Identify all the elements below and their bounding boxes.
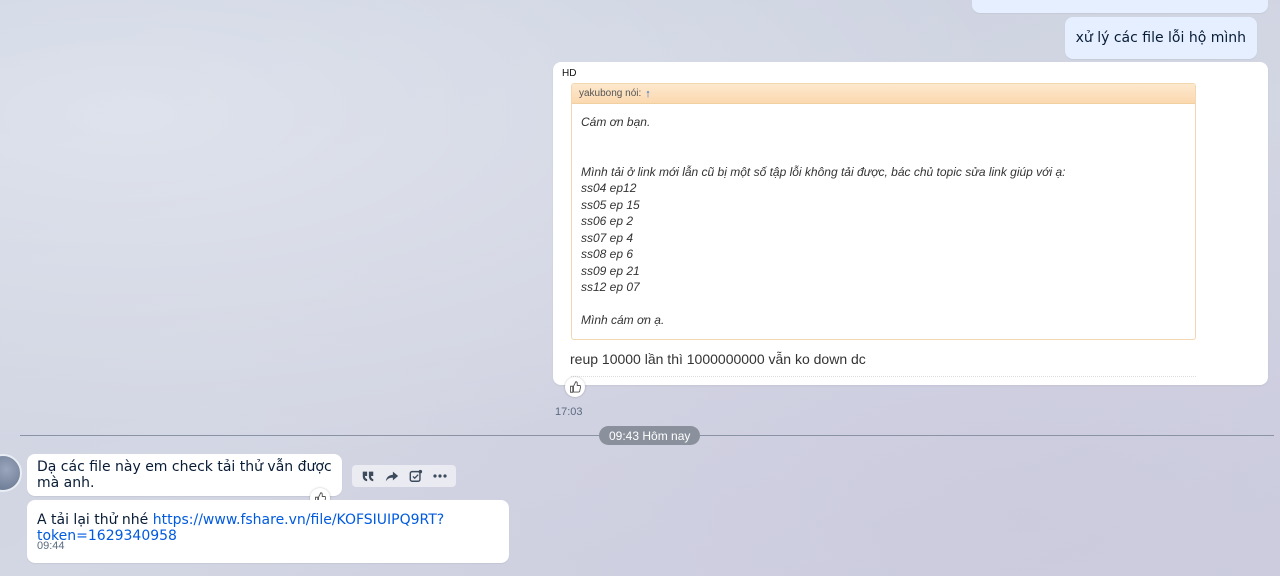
quote-line: ss06 ep 2 xyxy=(581,214,634,228)
quote-line xyxy=(581,131,1186,148)
quote-line: Mình cám ơn ạ. xyxy=(581,313,665,327)
quote-line xyxy=(581,296,1186,313)
quote-line: ss09 ep 21 xyxy=(581,263,640,278)
jump-to-source-icon[interactable]: ↑ xyxy=(645,88,651,100)
message-text: A tải lại thử nhé xyxy=(37,512,153,528)
quote-author: yakubong nói: xyxy=(579,88,642,99)
quote-line: ss08 ep 6 xyxy=(581,247,634,261)
incoming-message-bubble[interactable]: Dạ các file này em check tải thử vẫn đượ… xyxy=(27,454,342,496)
message-text: Dạ các file này em check tải thử vẫn đượ… xyxy=(37,459,332,491)
forwarded-quote-message[interactable]: HD yakubong nói: ↑ Cám ơn bạn. Mình tải ở… xyxy=(553,62,1268,385)
quote-icon[interactable] xyxy=(358,466,378,486)
my-message-bubble[interactable]: xử lý các file lỗi hộ mình xyxy=(1064,17,1257,59)
quote-line xyxy=(581,147,1186,164)
quote-line: ss07 ep 4 xyxy=(581,230,634,245)
quote-box: yakubong nói: ↑ Cám ơn bạn. Mình tải ở li… xyxy=(571,83,1196,340)
message-time: 09:44 xyxy=(37,540,65,552)
date-divider-label: 09:43 Hôm nay xyxy=(599,426,701,445)
reply-text: reup 10000 lần thì 1000000000 vẫn ko dow… xyxy=(570,351,866,367)
divider xyxy=(571,376,1196,377)
sender-name: HD xyxy=(562,68,577,79)
quote-line: ss04 ep12 xyxy=(581,181,637,195)
more-icon[interactable] xyxy=(430,466,450,486)
quote-body: Cám ơn bạn. Mình tải ở link mới lẫn cũ bị… xyxy=(572,104,1195,339)
quote-line: ss12 ep 07 xyxy=(581,280,640,294)
thumbs-up-icon xyxy=(570,381,581,393)
quote-line: Cám ơn bạn. xyxy=(581,115,651,129)
message-text: xử lý các file lỗi hộ mình xyxy=(1075,30,1246,46)
message-action-toolbar xyxy=(352,465,456,487)
quote-header: yakubong nói: ↑ xyxy=(572,84,1195,104)
quote-line: ss05 ep 15 xyxy=(581,197,640,212)
forward-icon[interactable] xyxy=(382,466,402,486)
like-reaction-button[interactable] xyxy=(565,377,585,397)
message-content: A tải lại thử nhé https://www.fshare.vn/… xyxy=(37,512,509,544)
quote-line: Mình tải ở link mới lẫn cũ bị một số tập… xyxy=(581,164,1066,179)
incoming-message-bubble[interactable]: A tải lại thử nhé https://www.fshare.vn/… xyxy=(27,500,509,563)
previous-message-bubble[interactable] xyxy=(972,0,1268,13)
task-icon[interactable] xyxy=(406,466,426,486)
message-time: 17:03 xyxy=(555,406,583,418)
